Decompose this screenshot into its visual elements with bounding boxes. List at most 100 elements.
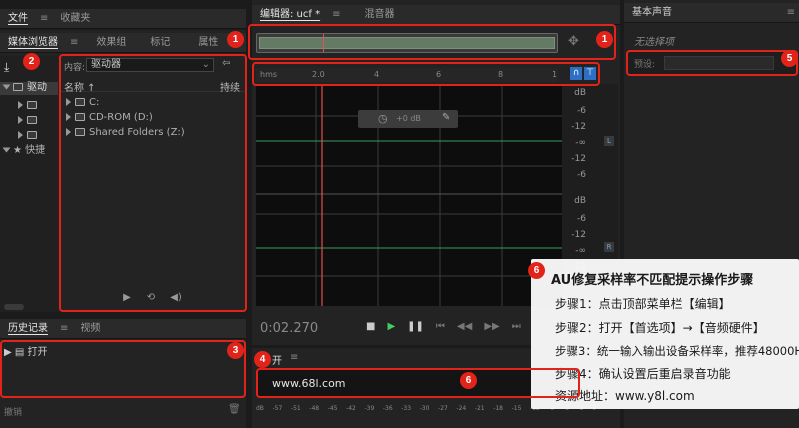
timecode-display: 0:02.270 [260, 321, 319, 336]
db-label: -6 [577, 170, 586, 180]
skip-forward-icon[interactable]: ⏭ [512, 321, 521, 332]
rewind-icon[interactable]: ◀◀ [457, 321, 472, 332]
level-panel-label[interactable]: 开 [272, 352, 282, 367]
menu-icon[interactable]: ≡ [56, 323, 72, 334]
autoplay-icon[interactable]: ◀) [168, 292, 184, 303]
app-root: 文件 ≡ 收藏夹 媒体浏览器 ≡ 效果组 标记 属性 ⤓ 驱动 ★ 快捷 内容:… [0, 0, 799, 428]
info-step-4: 步骤4：确认设置后重启录音功能 [555, 367, 731, 381]
zoom-navigator-icon[interactable]: ✥ [568, 34, 579, 49]
column-name-header[interactable]: 名称 ↑ [64, 79, 96, 94]
level-scale-label: -45 [327, 405, 338, 412]
level-scale-label: -57 [272, 405, 283, 412]
tab-mixer[interactable]: 混音器 [356, 5, 402, 25]
annotation-badge-6a: 6 [528, 262, 545, 279]
tab-favorites[interactable]: 收藏夹 [52, 9, 98, 29]
disc-drive-icon [75, 113, 85, 121]
chevron-down-icon: ⌄ [201, 59, 210, 70]
tree-column: ⤓ 驱动 ★ 快捷 [0, 56, 58, 312]
loop-icon[interactable]: ⟲ [144, 292, 158, 303]
tab-effects-rack[interactable]: 效果组 [88, 33, 134, 53]
network-drive-icon [75, 128, 85, 136]
menu-icon[interactable]: ≡ [783, 7, 799, 18]
play-icon[interactable]: ▶ [387, 321, 395, 332]
hud-volume-value: +0 dB [396, 114, 421, 123]
tree-scrollbar[interactable] [4, 304, 24, 310]
star-icon: ★ [13, 145, 26, 156]
list-item-cdrom[interactable]: CD-ROM (D:) [66, 111, 153, 125]
skip-back-icon[interactable]: ⏮ [436, 321, 445, 332]
list-item-drive-c[interactable]: C: [66, 96, 99, 110]
annotation-badge-1: 1 [227, 31, 244, 48]
essential-sound-tabbar: 基本声音 ≡ [624, 3, 799, 23]
tree-item-drive-c[interactable] [18, 99, 41, 113]
tab-files[interactable]: 文件 [0, 9, 36, 29]
info-step-2: 步骤2：打开【首选项】→【音频硬件】 [555, 321, 765, 335]
db-label: -12 [571, 122, 586, 132]
hud-volume[interactable]: ◷ +0 dB ✎ [358, 110, 458, 128]
level-scale-label: -24 [456, 405, 467, 412]
tab-history[interactable]: 历史记录 [0, 319, 56, 339]
column-duration-header[interactable]: 持续 [220, 79, 240, 94]
column-header-row: 名称 ↑ 持续 [60, 78, 246, 94]
level-scale-label: -36 [382, 405, 393, 412]
overview-playhead [323, 34, 324, 52]
level-scale-label: -51 [290, 405, 301, 412]
level-scale-label: dB [256, 405, 264, 412]
level-scale-label: -27 [438, 405, 448, 412]
history-tabbar: 历史记录 ≡ 视频 [0, 319, 246, 339]
level-scale-label: -18 [493, 405, 504, 412]
preset-label: 预设: [634, 60, 656, 70]
tab-media-browser[interactable]: 媒体浏览器 [0, 33, 66, 53]
db-label: -∞ [575, 246, 586, 256]
pause-icon[interactable]: ❚❚ [407, 321, 424, 332]
content-select[interactable]: 驱动器 ⌄ [86, 58, 214, 72]
menu-icon[interactable]: ≡ [328, 9, 344, 20]
fast-forward-icon[interactable]: ▶▶ [484, 321, 499, 332]
waveform-overview[interactable] [256, 33, 558, 53]
tab-essential-sound[interactable]: 基本声音 [624, 3, 680, 23]
history-item-open[interactable]: ▶ ▤ 打开 [4, 346, 48, 360]
menu-icon[interactable]: ≡ [66, 37, 82, 48]
menu-icon[interactable]: ≡ [36, 13, 52, 24]
tab-properties[interactable]: 属性 [190, 33, 226, 53]
waveform-display[interactable]: ◷ +0 dB ✎ [256, 84, 562, 306]
play-preview-icon[interactable]: ▶ [120, 292, 134, 303]
media-browser-tabbar: 媒体浏览器 ≡ 效果组 标记 属性 [0, 33, 246, 53]
import-icon[interactable]: ⤓ [4, 60, 9, 75]
list-item-shared-folders[interactable]: Shared Folders (Z:) [66, 126, 185, 140]
tree-item-drive-z[interactable] [18, 129, 41, 143]
tree-item-shortcuts[interactable]: ★ 快捷 [2, 144, 45, 158]
ruler-tick: 2.0 [312, 70, 325, 79]
knob-icon[interactable]: ◷ [378, 112, 388, 125]
ruler-tick: 8 [498, 70, 504, 79]
time-ruler[interactable]: hms 2.0 4 6 8 1 [256, 68, 558, 82]
content-select-value: 驱动器 [91, 59, 121, 70]
tree-item-drive-d[interactable] [18, 114, 41, 128]
tab-editor[interactable]: 编辑器: ucf * [252, 5, 328, 25]
trash-icon[interactable]: 🗑 [228, 404, 241, 415]
pin-icon[interactable]: ⊤ [584, 67, 596, 80]
magnet-icon[interactable]: ∩ [570, 67, 582, 80]
channel-right-button[interactable]: R [604, 242, 614, 252]
info-step-3: 步骤3：统一输入输出设备采样率，推荐48000Hz [555, 344, 799, 358]
stop-icon[interactable]: ■ [366, 321, 375, 332]
pin-hud-icon[interactable]: ✎ [442, 112, 450, 123]
overview-range[interactable] [259, 37, 555, 49]
no-selection-text: 无选择项 [634, 37, 674, 48]
channel-left-button[interactable]: L [604, 136, 614, 146]
level-scale-label: -33 [401, 405, 412, 412]
annotation-badge-5: 5 [781, 50, 798, 67]
tab-video[interactable]: 视频 [72, 319, 108, 339]
menu-icon[interactable]: ≡ [290, 352, 298, 363]
tab-markers[interactable]: 标记 [142, 33, 178, 53]
db-label: -12 [571, 230, 586, 240]
preset-select[interactable] [664, 56, 774, 70]
back-arrow-icon[interactable]: ⇦ [222, 58, 230, 69]
play-marker-icon: ▶ [4, 347, 15, 358]
watermark-url: www.68l.com [272, 377, 346, 390]
annotation-badge-4: 4 [254, 351, 271, 368]
db-label: -∞ [575, 138, 586, 148]
ruler-tick: 1 [552, 70, 558, 79]
transport-controls: ■ ▶ ❚❚ ⏮ ◀◀ ▶▶ ⏭ [366, 318, 536, 334]
tree-item-drives[interactable]: 驱动 [2, 81, 47, 95]
